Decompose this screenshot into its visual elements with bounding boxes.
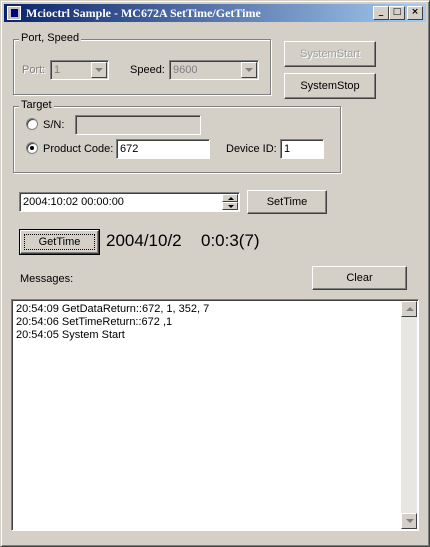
device-id-label: Device ID: [226, 143, 277, 155]
minimize-button[interactable]: _ [373, 6, 389, 20]
datetime-value: 2004:10:02 00:00:00 [23, 196, 124, 208]
speed-label: Speed: [130, 64, 165, 76]
main-window: Mcioctrl Sample - MC672A SetTime/GetTime… [0, 0, 430, 547]
port-value: 1 [54, 64, 61, 76]
port-speed-group-label: Port, Speed [19, 32, 82, 44]
gettime-button[interactable]: GetTime [19, 229, 100, 255]
product-code-label: Product Code: [43, 143, 114, 155]
app-icon[interactable] [7, 6, 21, 20]
settime-button[interactable]: SetTime [247, 190, 327, 214]
result-time: 0:0:3(7) [201, 231, 260, 250]
datetime-picker[interactable]: 2004:10:02 00:00:00 [19, 192, 240, 212]
messages-list[interactable]: 20:54:09 GetDataReturn::672, 1, 352, 7 2… [11, 299, 419, 531]
sn-radio[interactable] [26, 118, 38, 130]
messages-label: Messages: [20, 273, 74, 285]
list-item[interactable]: 20:54:06 SetTimeReturn::672 ,1 [16, 316, 172, 328]
datetime-spinner[interactable] [222, 194, 238, 210]
product-code-field[interactable]: 672 [116, 139, 210, 159]
scroll-up-icon[interactable] [401, 301, 417, 317]
port-label: Port: [22, 64, 46, 76]
close-button[interactable]: × [407, 6, 423, 20]
maximize-button[interactable]: □ [389, 6, 405, 20]
spin-down-icon[interactable] [222, 202, 238, 210]
vertical-scrollbar[interactable] [401, 301, 417, 529]
device-id-field[interactable]: 1 [280, 139, 324, 159]
speed-combo[interactable]: 9600 [169, 60, 259, 80]
clear-button[interactable]: Clear [312, 266, 407, 290]
target-group-label: Target [19, 99, 54, 111]
window-title: Mcioctrl Sample - MC672A SetTime/GetTime [26, 6, 261, 20]
chevron-down-icon[interactable] [241, 62, 257, 78]
sn-label: S/N: [43, 119, 65, 131]
speed-value: 9600 [173, 64, 198, 76]
title-bar[interactable]: Mcioctrl Sample - MC672A SetTime/GetTime… [4, 4, 426, 22]
product-code-radio[interactable] [26, 142, 38, 154]
scroll-down-icon[interactable] [401, 513, 417, 529]
port-combo[interactable]: 1 [50, 60, 109, 80]
list-item[interactable]: 20:54:05 System Start [16, 329, 125, 341]
system-stop-button[interactable]: SystemStop [284, 73, 376, 99]
system-start-button[interactable]: SystemStart [284, 41, 376, 67]
result-date: 2004/10/2 [106, 231, 182, 250]
list-item[interactable]: 20:54:09 GetDataReturn::672, 1, 352, 7 [16, 303, 209, 315]
sn-field[interactable] [75, 115, 201, 135]
chevron-down-icon[interactable] [91, 62, 107, 78]
spin-up-icon[interactable] [222, 194, 238, 202]
